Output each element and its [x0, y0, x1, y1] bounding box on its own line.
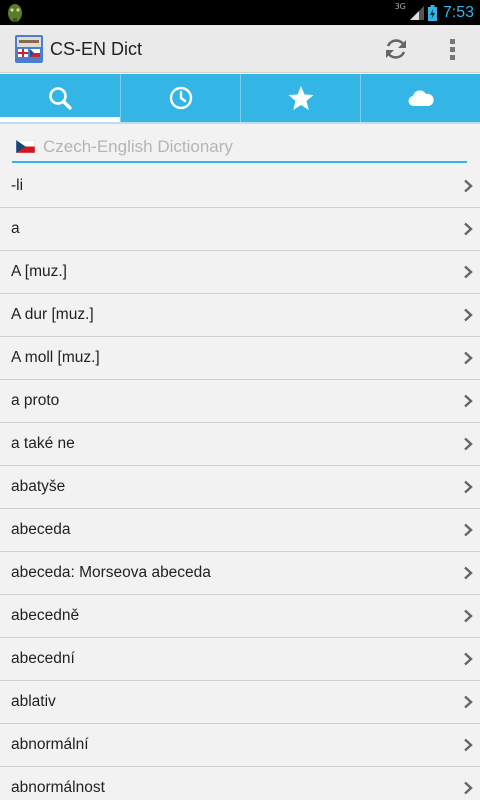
- word-list-item[interactable]: abecedně: [0, 595, 480, 638]
- tab-bar: [0, 74, 480, 122]
- word-list-item[interactable]: a: [0, 208, 480, 251]
- word-label: abecedně: [11, 607, 80, 624]
- word-list-item[interactable]: A [muz.]: [0, 251, 480, 294]
- word-list-item[interactable]: ablativ: [0, 681, 480, 724]
- search-input[interactable]: [43, 133, 461, 161]
- chevron-right-icon: [464, 394, 473, 408]
- refresh-icon: [386, 39, 406, 59]
- word-list: -li a A [muz.] A dur [muz.] A moll [muz.] a p…: [0, 165, 480, 800]
- cloud-icon: [407, 90, 434, 107]
- android-notification-icon: [8, 4, 22, 22]
- app-icon[interactable]: [15, 35, 43, 63]
- overflow-menu-button[interactable]: [430, 25, 474, 73]
- word-list-item[interactable]: A dur [muz.]: [0, 294, 480, 337]
- clock-icon: [169, 86, 192, 110]
- overflow-menu-icon: [450, 39, 455, 60]
- word-label: ablativ: [11, 693, 56, 710]
- refresh-button[interactable]: [372, 25, 420, 73]
- word-list-item[interactable]: a také ne: [0, 423, 480, 466]
- chevron-right-icon: [464, 781, 473, 795]
- chevron-right-icon: [464, 738, 473, 752]
- word-list-item[interactable]: A moll [muz.]: [0, 337, 480, 380]
- word-list-item[interactable]: abnormální: [0, 724, 480, 767]
- word-label: a proto: [11, 392, 60, 409]
- tab-cloud[interactable]: [360, 74, 480, 122]
- word-label: abeceda: Morseova abeceda: [11, 564, 211, 581]
- chevron-right-icon: [464, 222, 473, 236]
- chevron-right-icon: [464, 308, 473, 322]
- chevron-right-icon: [464, 566, 473, 580]
- tab-history[interactable]: [120, 74, 240, 122]
- czech-flag-icon[interactable]: [16, 140, 35, 153]
- word-label: abnormálnost: [11, 779, 105, 796]
- tab-search[interactable]: [0, 74, 120, 122]
- word-label: -li: [11, 177, 24, 194]
- app-title: CS-EN Dict: [50, 39, 143, 59]
- word-label: A moll [muz.]: [11, 349, 100, 366]
- word-list-item[interactable]: a proto: [0, 380, 480, 423]
- status-time: 7:53: [442, 3, 474, 21]
- search-icon: [49, 87, 72, 110]
- chevron-right-icon: [464, 523, 473, 537]
- word-label: a také ne: [11, 435, 75, 452]
- search-box[interactable]: [12, 133, 467, 163]
- action-bar: CS-EN Dict: [0, 25, 480, 73]
- chevron-right-icon: [464, 695, 473, 709]
- chevron-right-icon: [464, 265, 473, 279]
- word-label: a: [11, 220, 20, 237]
- status-bar: 3G 7:53: [0, 0, 480, 25]
- word-list-item[interactable]: abeceda: Morseova abeceda: [0, 552, 480, 595]
- word-list-item[interactable]: -li: [0, 165, 480, 208]
- word-label: abecední: [11, 650, 75, 667]
- battery-charging-icon: [427, 4, 437, 21]
- chevron-right-icon: [464, 609, 473, 623]
- chevron-right-icon: [464, 437, 473, 451]
- chevron-right-icon: [464, 179, 473, 193]
- chevron-right-icon: [464, 351, 473, 365]
- star-icon: [288, 86, 313, 110]
- tab-favorites[interactable]: [240, 74, 360, 122]
- chevron-right-icon: [464, 652, 473, 666]
- tab-bar-divider: [0, 122, 480, 124]
- word-label: A [muz.]: [11, 263, 67, 280]
- word-list-item[interactable]: abecední: [0, 638, 480, 681]
- word-list-item[interactable]: abeceda: [0, 509, 480, 552]
- word-label: abeceda: [11, 521, 71, 538]
- word-label: abatyše: [11, 478, 66, 495]
- signal-icon: [409, 5, 424, 20]
- chevron-right-icon: [464, 480, 473, 494]
- word-label: A dur [muz.]: [11, 306, 94, 323]
- word-label: abnormální: [11, 736, 89, 753]
- word-list-item[interactable]: abnormálnost: [0, 767, 480, 800]
- word-list-item[interactable]: abatyše: [0, 466, 480, 509]
- network-type-label: 3G: [394, 2, 406, 11]
